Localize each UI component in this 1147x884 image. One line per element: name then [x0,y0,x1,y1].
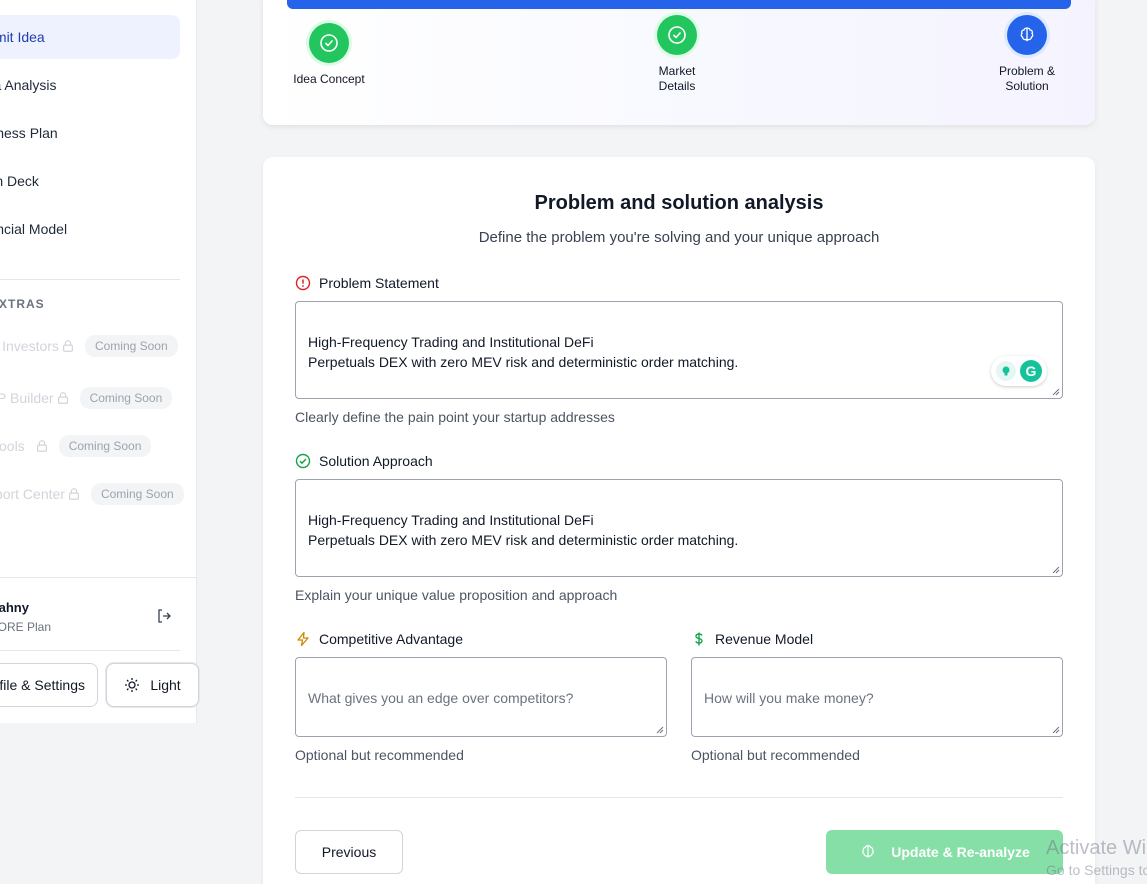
form-divider [295,797,1063,798]
sidebar-item-business-plan[interactable]: Business Plan [0,111,180,155]
page-subtitle: Define the problem you're solving and yo… [478,229,880,246]
sidebar-item-financial-model[interactable]: Financial Model [0,207,180,251]
problem-statement-help: Clearly define the pain point your start… [295,409,615,425]
user-separator [0,577,197,578]
page-title: Problem and solution analysis [534,192,824,214]
competitive-advantage-textarea[interactable]: What gives you an edge over competitors? [295,657,667,737]
field-label-text: Problem Statement [319,275,439,291]
revenue-model-help: Optional but recommended [691,747,860,763]
sidebar-item-label: Idea Analysis [0,77,57,93]
grammarly-icon[interactable]: G [1020,360,1042,382]
coming-soon-badge: Coming Soon [58,435,152,457]
sidebar: Submit Idea Idea Analysis Business Plan … [0,0,199,723]
logout-icon[interactable] [156,608,172,624]
step-label: Market Details [658,64,696,93]
revenue-model-label: Revenue Model [691,631,813,647]
extra-label: Support Center [0,486,65,502]
sidebar-item-label: Business Plan [0,125,58,141]
lock-icon [68,488,79,500]
sidebar-item-support-center: Support Center Coming Soon [0,481,184,507]
user-plan: CORE Plan [0,620,52,634]
lock-icon [36,440,47,452]
resize-handle-icon[interactable] [656,726,664,734]
check-circle-icon [295,453,311,469]
check-circle-icon [668,26,686,44]
competitive-advantage-help: Optional but recommended [295,747,464,763]
profile-settings-button[interactable]: Profile & Settings [0,663,98,707]
check-circle-icon [320,34,338,52]
step-idea-concept[interactable] [309,23,349,63]
problem-statement-label: Problem Statement [295,275,439,291]
sidebar-item-label: Financial Model [0,221,68,237]
update-reanalyze-button[interactable]: Update & Re-analyze [826,830,1063,874]
coming-soon-badge: Coming Soon [84,335,178,357]
resize-handle-icon[interactable] [1052,566,1060,574]
solution-approach-label: Solution Approach [295,453,433,469]
step-market-details[interactable] [657,15,697,55]
sidebar-item-submit-idea[interactable]: Submit Idea [0,15,180,59]
extra-label: Tools [0,438,25,454]
brain-icon [862,845,875,858]
sidebar-item-find-investors: Find Investors Coming Soon [0,333,178,359]
previous-button[interactable]: Previous [295,830,403,874]
grammarly-widget[interactable]: G [991,356,1047,386]
lock-icon [57,392,68,404]
step-problem-solution[interactable] [1007,15,1047,55]
resize-handle-icon[interactable] [1052,388,1060,396]
sidebar-divider [0,279,180,280]
solution-approach-help: Explain your unique value proposition an… [295,587,618,603]
coming-soon-badge: Coming Soon [90,483,184,505]
user-separator-2 [0,650,180,651]
windows-activation-subtitle: Go to Settings to activate Windows. [1046,862,1147,878]
solution-approach-textarea[interactable]: High-Frequency Trading and Institutional… [295,479,1063,577]
textarea-value: High-Frequency Trading and Institutional… [308,512,739,548]
dollar-icon [695,632,703,646]
theme-toggle-label: Light [150,677,181,693]
lightbulb-icon[interactable] [996,361,1016,381]
lightning-icon [297,631,309,647]
coming-soon-badge: Coming Soon [79,387,173,409]
field-label-text: Solution Approach [319,453,433,469]
theme-toggle-button[interactable]: Light [106,663,199,707]
sidebar-item-mvp-builder: MVP Builder Coming Soon [0,385,173,411]
step-label: Idea Concept [293,72,365,86]
problem-statement-textarea[interactable]: High-Frequency Trading and Institutional… [295,301,1063,399]
resize-handle-icon[interactable] [1052,726,1060,734]
field-label-text: Revenue Model [715,631,814,647]
sun-icon [125,678,140,692]
windows-activation-title: Activate Windows [1046,837,1147,859]
textarea-value: High-Frequency Trading and Institutional… [308,334,739,370]
lock-icon [62,340,73,352]
sidebar-item-label: Pitch Deck [0,173,39,189]
extra-label: MVP Builder [0,390,54,406]
sidebar-item-pitch-deck[interactable]: Pitch Deck [0,159,180,203]
sidebar-item-tools: Tools Coming Soon [0,433,152,459]
step-label: Problem & Solution [998,64,1056,93]
extras-heading: EXTRAS [0,297,45,311]
brain-icon [1020,27,1034,42]
extra-label: Find Investors [0,338,59,354]
textarea-placeholder: What gives you an edge over competitors? [308,690,574,706]
progress-bar [287,0,1071,9]
textarea-placeholder: How will you make money? [704,690,874,706]
competitive-advantage-label: Competitive Advantage [295,631,463,647]
sidebar-item-idea-analysis[interactable]: Idea Analysis [0,63,180,107]
alert-circle-icon [295,275,311,291]
update-button-label: Update & Re-analyze [891,844,1030,860]
revenue-model-textarea[interactable]: How will you make money? [691,657,1063,737]
field-label-text: Competitive Advantage [319,631,463,647]
sidebar-item-label: Submit Idea [0,29,45,45]
user-name: Shahny [0,600,29,615]
